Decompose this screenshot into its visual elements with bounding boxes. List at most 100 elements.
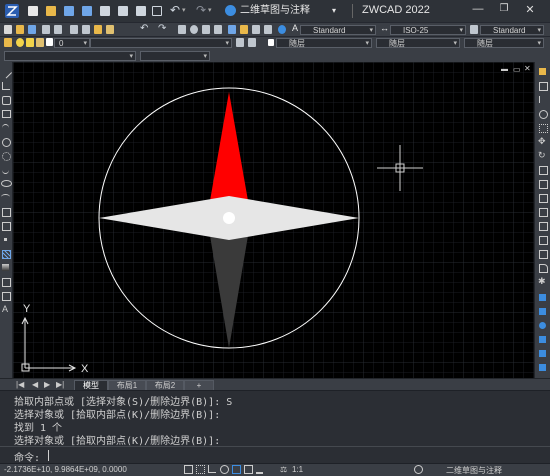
workspace-switch-icon[interactable]: [414, 465, 423, 474]
circle-icon[interactable]: [2, 138, 11, 147]
view-combo[interactable]: ▾: [4, 51, 136, 61]
redo-icon[interactable]: ↷: [196, 3, 206, 17]
save-icon[interactable]: [64, 6, 74, 16]
dim-style-icon[interactable]: ↔: [380, 23, 389, 33]
publish-icon[interactable]: [136, 6, 146, 16]
make-current-icon[interactable]: [236, 38, 244, 47]
scale-icon[interactable]: [539, 166, 548, 175]
tool-palette-icon[interactable]: [252, 25, 260, 34]
layer-on-icon[interactable]: [16, 38, 24, 47]
redo-dropdown-icon[interactable]: ▾: [208, 6, 212, 14]
tab-first-arrow[interactable]: |◀: [16, 380, 24, 389]
trim-icon[interactable]: [539, 194, 548, 203]
arc-icon[interactable]: [2, 124, 9, 132]
revcloud-icon[interactable]: [2, 152, 11, 161]
line-icon[interactable]: [0, 66, 13, 79]
annotation-scale-icon[interactable]: ⚖: [280, 465, 287, 474]
save-as-icon[interactable]: [82, 6, 92, 16]
dimension-angular-icon[interactable]: [539, 336, 546, 343]
linetype-select[interactable]: 随层 ▾: [376, 38, 460, 48]
rotate-icon[interactable]: ↻: [538, 150, 546, 161]
ucs-combo[interactable]: ▾: [140, 51, 210, 61]
move-icon[interactable]: ✥: [538, 136, 546, 147]
color-swatch-icon[interactable]: [268, 39, 274, 46]
gradient-icon[interactable]: [2, 264, 9, 271]
lineweight-toggle-icon[interactable]: [256, 465, 263, 474]
status-workspace[interactable]: 二维草图与注释: [446, 465, 502, 476]
print-icon[interactable]: [100, 6, 110, 16]
join-icon[interactable]: [539, 236, 548, 245]
viewport-restore-icon[interactable]: ▭: [513, 65, 521, 74]
viewport-close-icon[interactable]: ✕: [524, 64, 531, 73]
match-prop-icon[interactable]: [106, 25, 114, 34]
layer-combo-wide[interactable]: ▾: [90, 38, 232, 48]
dim-style-select[interactable]: ISO-25 ▾: [390, 25, 466, 35]
restore-button[interactable]: ❐: [496, 3, 512, 17]
region-icon[interactable]: [2, 278, 11, 287]
hatch-icon[interactable]: [2, 250, 11, 259]
mtext-icon[interactable]: A: [2, 304, 8, 314]
grid-icon[interactable]: [196, 465, 205, 474]
preview-doc-icon[interactable]: [54, 25, 62, 34]
zoom-previous-icon[interactable]: [214, 25, 222, 34]
layer-previous-icon[interactable]: [248, 38, 256, 47]
layer-freeze-icon[interactable]: [26, 38, 34, 47]
pan-icon[interactable]: [178, 25, 186, 34]
design-center-icon[interactable]: [240, 25, 248, 34]
otrack-icon[interactable]: [244, 465, 253, 474]
insert-block-icon[interactable]: [2, 208, 11, 217]
array-icon[interactable]: [539, 124, 548, 133]
erase-icon[interactable]: [539, 68, 546, 75]
quick-dim-icon[interactable]: [539, 350, 546, 357]
minimize-button[interactable]: —: [470, 3, 486, 17]
rectangle-icon[interactable]: [2, 110, 11, 118]
workspace-selector[interactable]: 二维草图与注释 ▾: [240, 4, 340, 18]
save-doc-icon[interactable]: [28, 25, 36, 34]
print-doc-icon[interactable]: [42, 25, 50, 34]
coordinate-readout[interactable]: -2.1736E+10, 9.9864E+09, 0.0000: [4, 465, 127, 474]
layer-lock-icon[interactable]: [36, 38, 44, 47]
dimension-linear-icon[interactable]: [539, 294, 546, 301]
layer-color-icon[interactable]: [46, 38, 53, 46]
stretch-icon[interactable]: [539, 180, 548, 189]
fillet-icon[interactable]: [539, 264, 548, 273]
polyline-icon[interactable]: [2, 82, 10, 90]
viewport-minimize-icon[interactable]: ▬: [501, 66, 508, 73]
point-icon[interactable]: [4, 238, 7, 241]
new-file-icon[interactable]: [28, 6, 38, 16]
new-doc-icon[interactable]: [4, 25, 12, 34]
table-style-select[interactable]: Standard ▾: [480, 25, 544, 35]
undo-dropdown-icon[interactable]: ▾: [182, 6, 186, 14]
layer-select[interactable]: 0 ▾: [54, 38, 90, 48]
command-input-row[interactable]: 命令:: [0, 446, 550, 464]
app-logo-icon[interactable]: [5, 4, 19, 18]
table-icon[interactable]: [2, 292, 11, 301]
copy-icon[interactable]: [82, 25, 90, 34]
full-screen-icon[interactable]: [152, 6, 162, 16]
ellipse-arc-icon[interactable]: [1, 194, 10, 200]
layer-manager-icon[interactable]: [4, 38, 12, 47]
ortho-icon[interactable]: [208, 465, 216, 473]
open-doc-icon[interactable]: [16, 25, 24, 34]
spline-icon[interactable]: [2, 166, 9, 174]
help-icon[interactable]: [278, 25, 286, 34]
calculator-icon[interactable]: [264, 25, 272, 34]
undo-icon[interactable]: ↶: [170, 3, 180, 17]
chamfer-icon[interactable]: [539, 250, 548, 259]
redo-small-icon[interactable]: ↷: [158, 23, 166, 34]
table-style-icon[interactable]: [470, 25, 478, 34]
dimension-radius-icon[interactable]: [539, 322, 546, 329]
offset-icon[interactable]: [539, 110, 548, 119]
cut-icon[interactable]: [70, 25, 78, 34]
tab-next-arrow[interactable]: ▶: [44, 380, 50, 389]
text-style-select[interactable]: Standard ▾: [300, 25, 376, 35]
osnap-icon[interactable]: [232, 465, 241, 474]
extend-icon[interactable]: [539, 208, 548, 217]
tab-last-arrow[interactable]: ▶|: [56, 380, 64, 389]
zoom-realtime-icon[interactable]: [190, 25, 198, 34]
undo-small-icon[interactable]: ↶: [140, 23, 148, 34]
text-style-icon[interactable]: A: [292, 23, 298, 33]
close-button[interactable]: ✕: [522, 3, 538, 17]
mirror-icon[interactable]: [539, 96, 547, 103]
plot-preview-icon[interactable]: [118, 6, 128, 16]
